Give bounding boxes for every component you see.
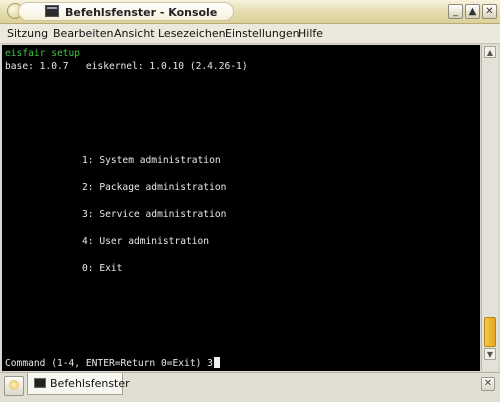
menu-option-user: 4: User administration bbox=[82, 236, 210, 247]
close-session-button[interactable]: ✕ bbox=[481, 377, 495, 391]
session-tab-label: Befehlsfenster bbox=[50, 377, 130, 390]
terminal-icon bbox=[34, 378, 46, 388]
terminal-area[interactable]: eisfair setup base: 1.0.7 eiskernel: 1.0… bbox=[2, 45, 480, 371]
new-session-button[interactable] bbox=[4, 376, 24, 396]
command-input[interactable]: 3 bbox=[207, 358, 213, 369]
menu-sitzung[interactable]: Sitzung bbox=[7, 24, 48, 43]
scroll-up-arrow-icon[interactable]: ▲ bbox=[484, 46, 496, 58]
title-bar: Befehlsfenster - Konsole _ ▲ ✕ bbox=[0, 0, 500, 24]
menu-hilfe[interactable]: Hilfe bbox=[298, 24, 323, 43]
command-prompt-line[interactable]: Command (1-4, ENTER=Return 0=Exit) 3 bbox=[5, 357, 220, 370]
menu-option-package: 2: Package administration bbox=[82, 182, 227, 193]
window-title: Befehlsfenster - Konsole bbox=[65, 6, 218, 19]
menu-einstellungen[interactable]: Einstellungen bbox=[225, 24, 300, 43]
command-prompt: Command (1-4, ENTER=Return 0=Exit) bbox=[5, 358, 202, 369]
menu-ansicht[interactable]: Ansicht bbox=[114, 24, 155, 43]
konsole-app-icon bbox=[45, 5, 59, 17]
session-tab[interactable]: Befehlsfenster bbox=[27, 373, 130, 395]
title-pill: Befehlsfenster - Konsole bbox=[18, 2, 234, 21]
scroll-thumb[interactable] bbox=[484, 317, 496, 347]
menu-option-service: 3: Service administration bbox=[82, 209, 227, 220]
maximize-button[interactable]: ▲ bbox=[465, 4, 480, 19]
vertical-scrollbar[interactable]: ▲ ▼ bbox=[481, 45, 498, 371]
version-line: base: 1.0.7 eiskernel: 1.0.10 (2.4.26-1) bbox=[5, 61, 248, 72]
menu-option-system: 1: System administration bbox=[82, 155, 221, 166]
menu-bearbeiten[interactable]: Bearbeiten bbox=[53, 24, 113, 43]
menu-lesezeichen[interactable]: Lesezeichen bbox=[158, 24, 226, 43]
menu-option-exit: 0: Exit bbox=[82, 263, 123, 274]
minimize-button[interactable]: _ bbox=[448, 4, 463, 19]
menu-bar: Sitzung Bearbeiten Ansicht Lesezeichen E… bbox=[0, 24, 500, 44]
session-tab-bar: Befehlsfenster ✕ bbox=[0, 372, 500, 402]
text-cursor bbox=[213, 357, 220, 368]
close-button[interactable]: ✕ bbox=[482, 4, 497, 19]
scroll-down-arrow-icon[interactable]: ▼ bbox=[484, 348, 496, 360]
setup-title: eisfair setup bbox=[5, 48, 81, 59]
